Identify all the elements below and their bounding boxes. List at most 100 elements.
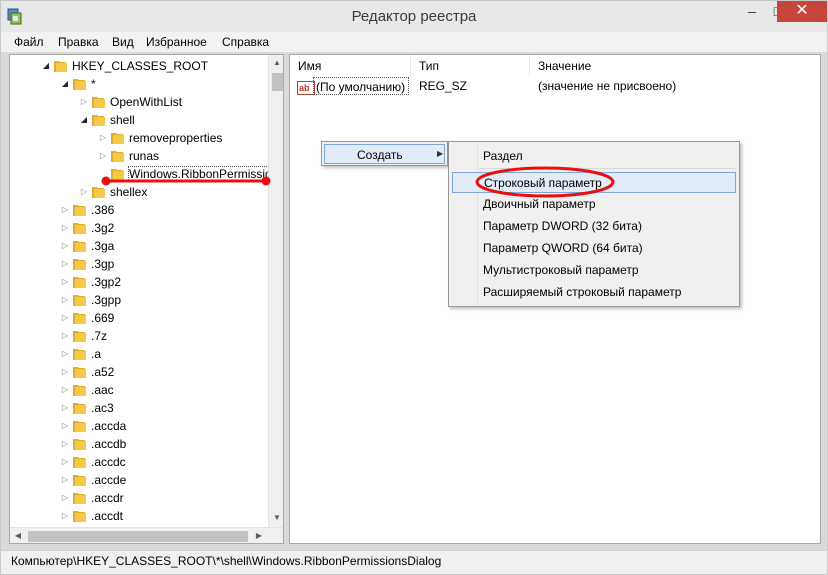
submenu-item[interactable]: Расширяемый строковый параметр bbox=[452, 282, 736, 303]
submenu-item[interactable]: Параметр DWORD (32 бита) bbox=[452, 216, 736, 237]
submenu-item[interactable]: Двоичный параметр bbox=[452, 194, 736, 215]
tree-node[interactable]: ▷ .a52 bbox=[10, 363, 268, 381]
expand-arrow-icon[interactable]: ▷ bbox=[60, 276, 70, 288]
value-row-name[interactable]: (По умолчанию) bbox=[313, 77, 410, 95]
tree-node-label: .aac bbox=[91, 383, 114, 397]
column-header-type[interactable]: Тип bbox=[411, 55, 530, 75]
scroll-thumb[interactable] bbox=[272, 73, 283, 91]
menu-view[interactable]: Вид bbox=[112, 35, 134, 49]
expand-arrow-icon[interactable]: ▷ bbox=[60, 240, 70, 252]
scroll-left-icon[interactable]: ◀ bbox=[10, 528, 26, 543]
tree-node[interactable]: ◢ HKEY_CLASSES_ROOT bbox=[10, 57, 268, 75]
menu-favorites[interactable]: Избранное bbox=[146, 35, 207, 49]
context-menu: Создать ▶ bbox=[321, 141, 448, 166]
scroll-down-icon[interactable]: ▼ bbox=[269, 510, 283, 526]
tree-node-label: .7z bbox=[91, 329, 108, 343]
expand-arrow-icon[interactable]: ▷ bbox=[60, 456, 70, 468]
tree-node[interactable]: ▷ .3ga bbox=[10, 237, 268, 255]
expand-arrow-icon[interactable]: ▷ bbox=[60, 222, 70, 234]
tree-vertical-scrollbar[interactable]: ▲ ▼ bbox=[268, 55, 283, 527]
tree-node[interactable]: ▷ shellex bbox=[10, 183, 268, 201]
submenu-item[interactable]: Строковый параметр bbox=[452, 172, 736, 193]
tree-node[interactable]: Windows.RibbonPermissio bbox=[10, 165, 273, 183]
expand-arrow-icon[interactable]: ▷ bbox=[60, 258, 70, 270]
menu-edit[interactable]: Правка bbox=[58, 35, 99, 49]
expand-arrow-icon[interactable]: ▷ bbox=[60, 420, 70, 432]
tree-node[interactable]: ▷ .accde bbox=[10, 471, 268, 489]
tree-node[interactable]: ▷ .accdc bbox=[10, 453, 268, 471]
tree-node[interactable]: ▷ .accdr bbox=[10, 489, 268, 507]
status-path: Компьютер\HKEY_CLASSES_ROOT\*\shell\Wind… bbox=[11, 554, 442, 568]
expand-arrow-icon[interactable]: ▷ bbox=[60, 204, 70, 216]
submenu-item[interactable]: Параметр QWORD (64 бита) bbox=[452, 238, 736, 259]
expand-arrow-icon[interactable]: ▷ bbox=[60, 366, 70, 378]
expand-arrow-icon[interactable]: ▷ bbox=[60, 312, 70, 324]
expand-arrow-icon[interactable]: ▷ bbox=[79, 186, 89, 198]
tree-node[interactable]: ▷ .386 bbox=[10, 201, 268, 219]
tree-node-label: .accdr bbox=[91, 491, 124, 505]
tree-node[interactable]: ▷ OpenWithList bbox=[10, 93, 268, 111]
tree-node[interactable]: ▷ .3g2 bbox=[10, 219, 268, 237]
folder-icon bbox=[73, 493, 86, 504]
minimize-button[interactable]: – bbox=[739, 1, 765, 22]
folder-icon bbox=[111, 169, 124, 180]
scroll-right-icon[interactable]: ▶ bbox=[251, 528, 267, 543]
menu-item-create[interactable]: Создать bbox=[324, 144, 445, 164]
tree-node[interactable]: ▷ .3gp bbox=[10, 255, 268, 273]
create-submenu: Раздел Строковый параметр Двоичный парамет… bbox=[448, 141, 740, 307]
tree-node[interactable]: ▷ .669 bbox=[10, 309, 268, 327]
expand-arrow-icon[interactable]: ▷ bbox=[60, 510, 70, 522]
tree-node[interactable]: ◢ shell bbox=[10, 111, 268, 129]
tree-node[interactable]: ▷ .aac bbox=[10, 381, 268, 399]
tree-node-label: .3gp2 bbox=[91, 275, 122, 289]
tree-node[interactable]: ▷ .accdt bbox=[10, 507, 268, 525]
folder-icon bbox=[73, 241, 86, 252]
expand-arrow-icon[interactable]: ▷ bbox=[60, 348, 70, 360]
collapse-arrow-icon[interactable]: ◢ bbox=[79, 114, 89, 126]
tree-node[interactable]: ▷ .accda bbox=[10, 417, 268, 435]
expand-arrow-icon[interactable]: ▷ bbox=[60, 492, 70, 504]
tree-node[interactable]: ◢ * bbox=[10, 75, 268, 93]
close-button[interactable]: ✕ bbox=[777, 1, 827, 22]
registry-tree[interactable]: ◢ HKEY_CLASSES_ROOT ◢ * ▷ OpenWithList ◢ shell ▷… bbox=[9, 54, 284, 544]
tree-node-label: .3ga bbox=[91, 239, 115, 253]
tree-node[interactable]: ▷ .ac3 bbox=[10, 399, 268, 417]
tree-node[interactable]: ▷ runas bbox=[10, 147, 268, 165]
expand-arrow-icon[interactable]: ▷ bbox=[98, 150, 108, 162]
tree-node[interactable]: ▷ .a bbox=[10, 345, 268, 363]
expand-arrow-icon[interactable]: ▷ bbox=[60, 402, 70, 414]
tree-node[interactable]: ▷ .3gpp bbox=[10, 291, 268, 309]
tree-node[interactable]: ▷ .3gp2 bbox=[10, 273, 268, 291]
submenu-item-label: Раздел bbox=[483, 149, 523, 163]
menu-bar: Файл Правка Вид Избранное Справка bbox=[1, 32, 827, 52]
tree-horizontal-scrollbar[interactable]: ◀ ▶ bbox=[10, 527, 283, 543]
tree-node[interactable]: ▷ .accdb bbox=[10, 435, 268, 453]
tree-node[interactable]: ▷ removeproperties bbox=[10, 129, 268, 147]
expand-arrow-icon[interactable]: ▷ bbox=[60, 294, 70, 306]
tree-node[interactable]: ▷ .7z bbox=[10, 327, 268, 345]
collapse-arrow-icon[interactable]: ◢ bbox=[60, 78, 70, 90]
submenu-item[interactable]: Мультистроковый параметр bbox=[452, 260, 736, 281]
scroll-up-icon[interactable]: ▲ bbox=[269, 55, 283, 71]
expand-arrow-icon[interactable]: ▷ bbox=[60, 384, 70, 396]
tree-node-label: .a bbox=[91, 347, 102, 361]
tree-node-label: .3g2 bbox=[91, 221, 115, 235]
column-header-name[interactable]: Имя bbox=[290, 55, 411, 75]
expand-arrow-icon[interactable]: ▷ bbox=[60, 438, 70, 450]
menu-file[interactable]: Файл bbox=[14, 35, 44, 49]
title-bar[interactable]: Редактор реестра – □ ✕ bbox=[1, 1, 827, 32]
expand-arrow-icon[interactable]: ▷ bbox=[60, 474, 70, 486]
expand-arrow-icon[interactable]: ▷ bbox=[79, 96, 89, 108]
column-header-value[interactable]: Значение bbox=[530, 55, 820, 75]
menu-help[interactable]: Справка bbox=[222, 35, 269, 49]
submenu-item[interactable]: Раздел bbox=[452, 146, 736, 167]
value-row-type: REG_SZ bbox=[419, 79, 468, 93]
hscroll-thumb[interactable] bbox=[28, 531, 248, 542]
expand-arrow-icon[interactable]: ▷ bbox=[98, 132, 108, 144]
svg-text:ab: ab bbox=[299, 83, 310, 93]
folder-icon bbox=[73, 205, 86, 216]
collapse-arrow-icon[interactable]: ◢ bbox=[41, 60, 51, 72]
expand-arrow-icon[interactable]: ▷ bbox=[60, 330, 70, 342]
tree-node-label: .accda bbox=[91, 419, 127, 433]
folder-icon bbox=[73, 349, 86, 360]
